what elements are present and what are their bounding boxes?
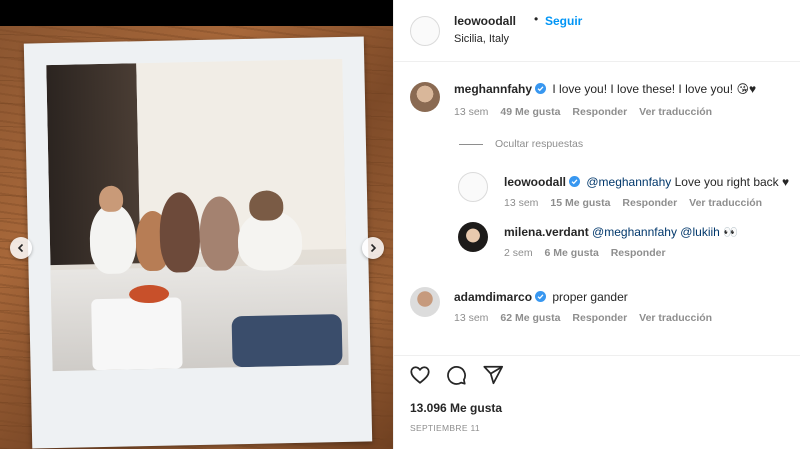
verified-badge-icon (535, 291, 547, 302)
reply-time[interactable]: 13 sem (504, 197, 538, 209)
reply-likes[interactable]: 15 Me gusta (550, 197, 610, 209)
reply-time[interactable]: 2 sem (504, 247, 533, 259)
chevron-left-icon (17, 243, 24, 253)
media-prev-button[interactable] (10, 237, 32, 259)
header-separator: • (534, 12, 539, 26)
post-date[interactable]: SEPTIEMBRE 11 (410, 423, 480, 433)
media-next-button[interactable] (362, 237, 384, 259)
commenter-avatar[interactable] (410, 287, 440, 317)
reply-meta: 2 sem 6 Me gusta Responder (504, 247, 675, 259)
comment-username[interactable]: meghannfahy (454, 82, 532, 96)
comment-text: I love you! I love these! I love you! 😘♥ (552, 82, 757, 96)
reply-likes[interactable]: 6 Me gusta (545, 247, 599, 259)
reply-avatar[interactable] (458, 222, 488, 252)
author-username[interactable]: leowoodall (454, 14, 516, 28)
comment-likes[interactable]: 49 Me gusta (500, 106, 560, 118)
likes-count[interactable]: 13.096 Me gusta (410, 401, 502, 415)
reply-button[interactable]: Responder (611, 247, 666, 259)
translate-link[interactable]: Ver traducción (639, 312, 712, 324)
comment-icon[interactable] (445, 364, 467, 386)
reply-mention[interactable]: @meghannfahy (586, 175, 671, 189)
follow-button[interactable]: Seguir (545, 14, 582, 28)
commenter-avatar[interactable] (410, 82, 440, 112)
reply-mention-2[interactable]: @lukiih (680, 225, 720, 239)
comment-text: proper gander (552, 290, 628, 304)
paper-plane-icon[interactable] (482, 364, 504, 386)
polaroid-frame (23, 36, 373, 449)
comment-likes[interactable]: 62 Me gusta (500, 312, 560, 324)
comment-username[interactable]: adamdimarco (454, 290, 532, 304)
media-top-bar (0, 0, 393, 26)
reply-meta: 13 sem 15 Me gusta Responder Ver traducc… (504, 197, 771, 209)
comment-meta: 13 sem 49 Me gusta Responder Ver traducc… (454, 106, 721, 118)
verified-badge-icon (535, 83, 547, 94)
reply-username[interactable]: milena.verdant (504, 225, 589, 239)
comment-time[interactable]: 13 sem (454, 312, 488, 324)
reply-button[interactable]: Responder (622, 197, 677, 209)
reply-text: 👀 (723, 225, 739, 239)
translate-link[interactable]: Ver traducción (639, 106, 712, 118)
post-header: leowoodall • Seguir Sicilia, Italy (394, 0, 800, 62)
post-media (0, 0, 393, 449)
hide-replies-line (459, 144, 483, 145)
verified-badge-icon (569, 176, 581, 187)
comment-time[interactable]: 13 sem (454, 106, 488, 118)
post-actions: 13.096 Me gusta SEPTIEMBRE 11 (394, 355, 800, 449)
reply-text: Love you right back ♥ (674, 175, 790, 189)
reply-button[interactable]: Responder (572, 106, 627, 118)
translate-link[interactable]: Ver traducción (689, 197, 762, 209)
reply-username[interactable]: leowoodall (504, 175, 566, 189)
comment-meta: 13 sem 62 Me gusta Responder Ver traducc… (454, 312, 721, 324)
reply-button[interactable]: Responder (572, 312, 627, 324)
heart-icon[interactable] (409, 364, 431, 386)
hide-replies-button[interactable]: Ocultar respuestas (495, 138, 583, 150)
reply-avatar[interactable] (458, 172, 488, 202)
post-location[interactable]: Sicilia, Italy (454, 33, 509, 45)
polaroid-photo (46, 58, 349, 372)
reply-mention[interactable]: @meghannfahy (592, 225, 677, 239)
author-avatar[interactable] (410, 16, 440, 46)
comments-panel: leowoodall • Seguir Sicilia, Italy megha… (393, 0, 800, 449)
chevron-right-icon (370, 243, 377, 253)
